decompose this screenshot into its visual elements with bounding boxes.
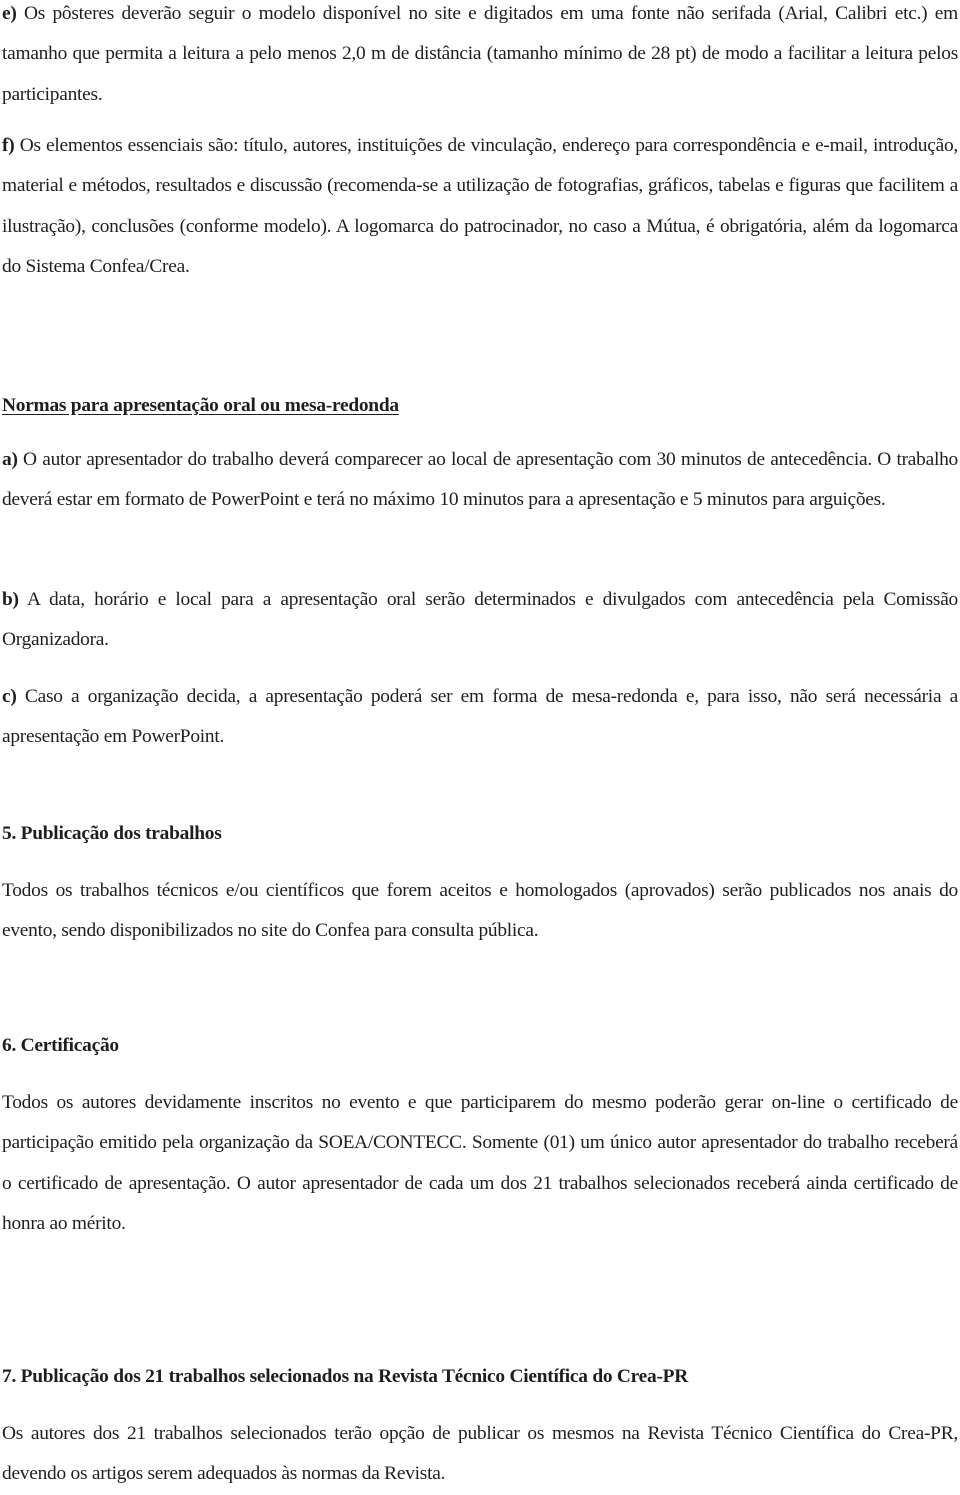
- item-text: Caso a organização decida, a apresentaçã…: [2, 686, 958, 748]
- item-text: Os elementos essenciais são: título, aut…: [2, 135, 958, 277]
- oral-rule-a: a) O autor apresentador do trabalho deve…: [2, 440, 958, 521]
- item-text: O autor apresentador do trabalho deverá …: [2, 449, 958, 511]
- poster-rule-e: e) Os pôsteres deverão seguir o modelo d…: [2, 0, 958, 115]
- oral-presentation-heading: Normas para apresentação oral ou mesa-re…: [2, 395, 399, 416]
- section-6-heading: 6. Certificação: [2, 1035, 119, 1056]
- oral-rule-b: b) A data, horário e local para a aprese…: [2, 580, 958, 661]
- item-marker: c): [2, 686, 17, 707]
- section-5-body: Todos os trabalhos técnicos e/ou científ…: [2, 880, 958, 942]
- section-7-body: Os autores dos 21 trabalhos selecionados…: [2, 1423, 958, 1485]
- poster-rule-f: f) Os elementos essenciais são: título, …: [2, 126, 958, 287]
- item-text: A data, horário e local para a apresenta…: [2, 589, 958, 651]
- section-5-heading: 5. Publicação dos trabalhos: [2, 823, 222, 844]
- item-marker: f): [2, 135, 15, 156]
- item-marker: e): [2, 3, 17, 24]
- item-marker: a): [2, 449, 18, 470]
- item-marker: b): [2, 589, 19, 610]
- section-6-body: Todos os autores devidamente inscritos n…: [2, 1092, 958, 1234]
- oral-rule-c: c) Caso a organização decida, a apresent…: [2, 677, 958, 758]
- item-text: Os pôsteres deverão seguir o modelo disp…: [2, 3, 958, 105]
- section-7-heading: 7. Publicação dos 21 trabalhos seleciona…: [2, 1366, 689, 1387]
